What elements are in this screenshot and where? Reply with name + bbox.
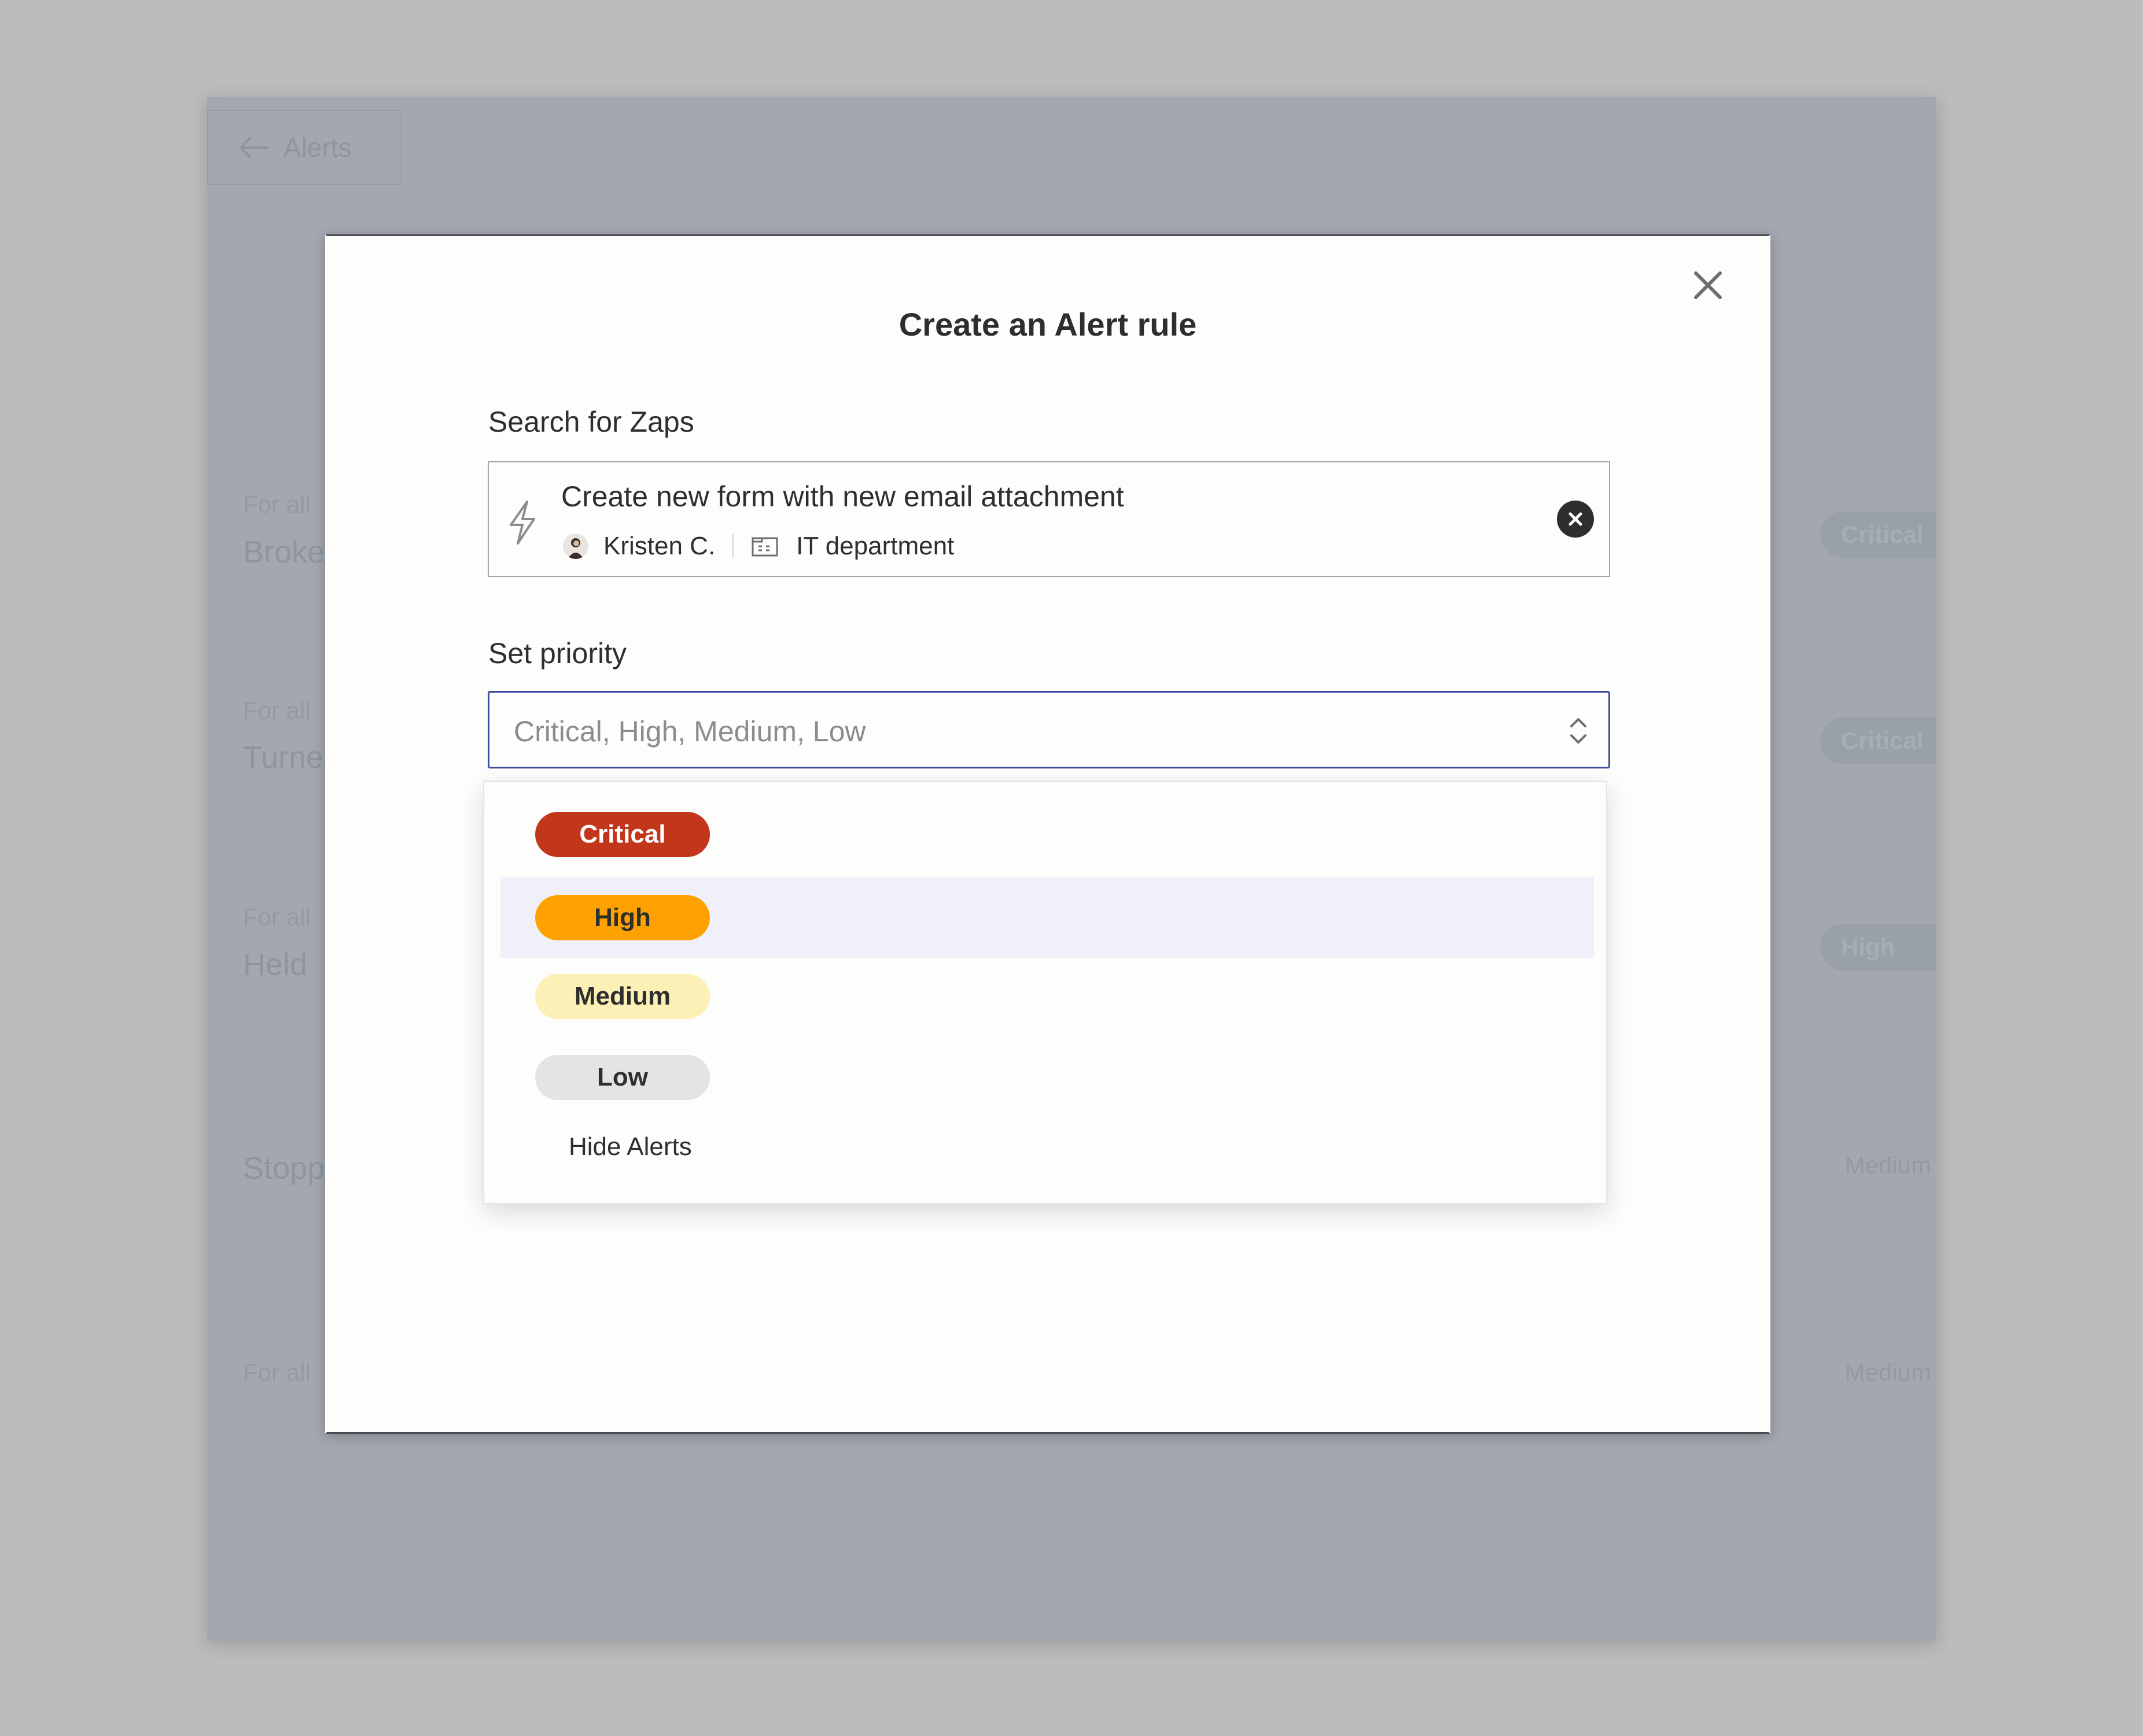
priority-option-low[interactable]: Low: [500, 1036, 1594, 1117]
priority-badge: High: [1820, 924, 1936, 970]
priority-pill: Medium: [535, 974, 710, 1019]
modal-title: Create an Alert rule: [899, 306, 1197, 343]
row-title: Held: [243, 947, 308, 982]
meta-divider: [732, 534, 734, 558]
row-label: For all: [243, 903, 311, 930]
priority-text: Medium: [1844, 1152, 1931, 1179]
close-button[interactable]: [1682, 259, 1734, 311]
row-title: Turne: [243, 740, 324, 775]
close-icon: [1694, 271, 1722, 299]
selected-zap-field[interactable]: Create new form with new email attachmen…: [488, 461, 1610, 577]
zap-folder: IT department: [796, 532, 955, 560]
zap-meta: Kristen C. IT department: [563, 532, 954, 561]
avatar: [563, 534, 588, 559]
priority-option-critical[interactable]: Critical: [500, 793, 1594, 874]
priority-badge: Critical: [1820, 512, 1936, 558]
search-zaps-label: Search for Zaps: [488, 406, 694, 438]
row-label: For all: [243, 491, 311, 518]
set-priority-label: Set priority: [488, 637, 627, 670]
back-label: Alerts: [283, 133, 352, 163]
priority-pill: Critical: [535, 812, 710, 857]
priority-option-medium[interactable]: Medium: [500, 955, 1594, 1036]
close-icon: [1568, 512, 1582, 526]
chevron-up-down-icon: [1570, 718, 1586, 744]
arrow-left-icon: [240, 137, 268, 158]
folder-icon: [752, 537, 778, 557]
bolt-icon: [510, 501, 535, 545]
back-button[interactable]: Alerts: [207, 110, 402, 185]
priority-select[interactable]: Critical, High, Medium, Low: [488, 691, 1610, 768]
row-label: For all: [243, 1359, 311, 1386]
hide-alerts-option[interactable]: Hide Alerts: [500, 1110, 1594, 1191]
zap-owner: Kristen C.: [603, 532, 716, 560]
priority-dropdown: Critical High Medium Low Hide Alerts: [483, 781, 1607, 1204]
hide-alerts-label: Hide Alerts: [569, 1132, 692, 1161]
priority-badge: Critical: [1820, 718, 1936, 764]
priority-pill: High: [535, 895, 710, 940]
row-label: For all: [243, 697, 311, 724]
clear-selection-button[interactable]: [1557, 501, 1594, 538]
screenshot-frame: Alerts For all Broke Critical For all Tu…: [0, 0, 2143, 1736]
row-title: Stopp: [243, 1151, 325, 1186]
zap-title: Create new form with new email attachmen…: [561, 480, 1124, 513]
priority-placeholder: Critical, High, Medium, Low: [514, 715, 866, 748]
priority-text: Medium: [1844, 1359, 1931, 1386]
priority-option-high[interactable]: High: [500, 877, 1594, 958]
row-title: Broke: [243, 535, 325, 569]
priority-pill: Low: [535, 1055, 710, 1100]
